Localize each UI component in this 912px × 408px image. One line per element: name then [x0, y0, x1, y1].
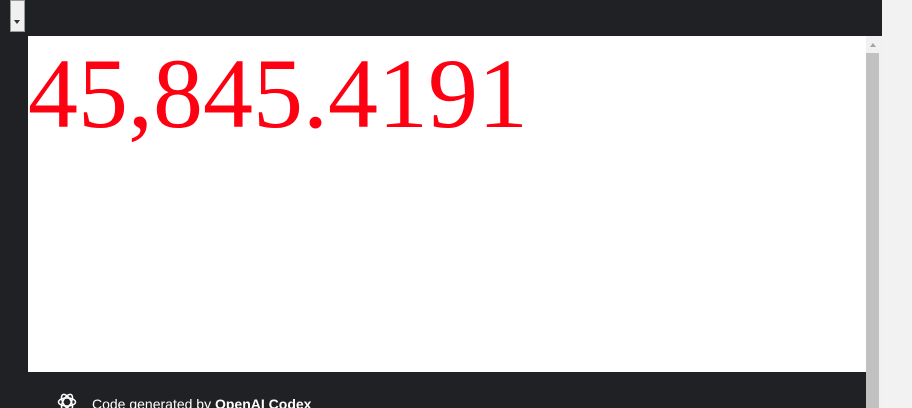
footer-prefix: Code generated by: [92, 396, 215, 408]
dropdown-toggle[interactable]: [10, 0, 25, 32]
output-pane: 45,845.4191: [28, 36, 866, 372]
top-bar: [0, 0, 882, 36]
footer-credit: Code generated by OpenAI Codex: [92, 396, 311, 408]
footer-brand: OpenAI Codex: [214, 396, 312, 408]
chevron-down-icon: [14, 20, 20, 24]
codex-output-page: 45,845.4191 Code generated by OpenAI Cod…: [0, 0, 912, 408]
vertical-scrollbar[interactable]: [866, 36, 882, 408]
result-number: 45,845.4191: [28, 38, 528, 149]
openai-logo-icon: [57, 393, 77, 408]
scroll-up-arrow-icon[interactable]: [870, 43, 876, 47]
scrollbar-thumb[interactable]: [866, 53, 879, 408]
footer: Code generated by OpenAI Codex: [28, 372, 866, 408]
left-gutter: [0, 36, 28, 408]
